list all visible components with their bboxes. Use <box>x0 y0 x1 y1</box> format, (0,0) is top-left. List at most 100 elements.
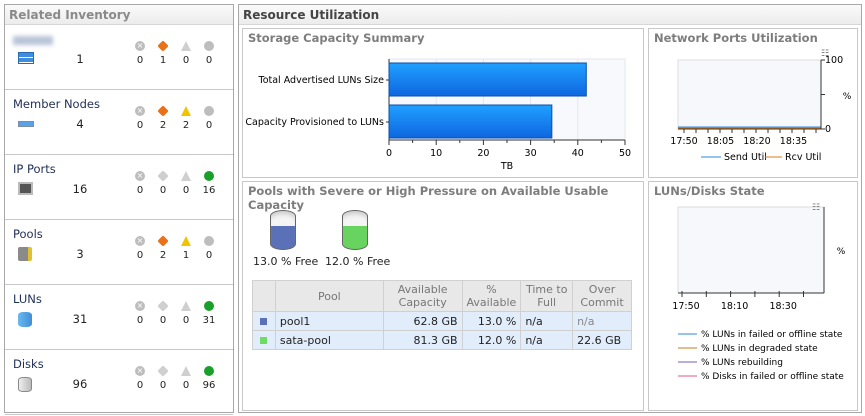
y-tick-label: 100 <box>825 55 843 66</box>
inventory-item-disks[interactable]: Disks 96 × 0 0 0 96 <box>5 351 233 415</box>
bar-2 <box>388 104 553 139</box>
major-icon <box>157 170 169 182</box>
normal-count[interactable]: 0 <box>206 250 212 261</box>
gauge-label: 12.0 % Free <box>325 255 391 268</box>
x-tick-label: 17:50 <box>672 301 699 312</box>
normal-icon <box>204 301 214 311</box>
item-count[interactable]: 4 <box>65 117 95 131</box>
x-tick-label: 18:05 <box>707 136 734 147</box>
critical-count[interactable]: 0 <box>137 380 143 391</box>
inventory-item-luns[interactable]: LUNs 31 × 0 0 0 31 <box>5 286 233 350</box>
plot-area <box>677 206 825 294</box>
item-name-redacted <box>13 36 53 45</box>
column-header[interactable]: Pool <box>274 280 384 312</box>
x-tick-label: 30 <box>525 148 537 159</box>
chart-menu-icon: ☷ <box>812 203 820 213</box>
column-header[interactable] <box>252 280 276 312</box>
legend-label: Rcv Util <box>785 152 821 163</box>
inventory-item-cluster[interactable]: 1 × 0 1 0 0 <box>5 26 233 90</box>
critical-count[interactable]: 0 <box>137 250 143 261</box>
item-name[interactable]: Pools <box>13 227 43 241</box>
warning-icon <box>181 366 191 376</box>
related-inventory-panel: Related Inventory 1 × 0 1 0 0 Member Nodes 4 × 0 2… <box>4 4 234 415</box>
normal-count[interactable]: 0 <box>206 55 212 66</box>
pool-color-swatch <box>260 317 268 325</box>
inventory-item-member-nodes[interactable]: Member Nodes 4 × 0 2 2 0 <box>5 91 233 155</box>
inventory-item-ip-ports[interactable]: IP Ports 16 × 0 0 0 16 <box>5 156 233 220</box>
y-axis-label: % <box>843 92 852 102</box>
warning-icon <box>181 41 191 51</box>
warning-count[interactable]: 0 <box>183 380 189 391</box>
pools-table: Pool Available Capacity% Available Time to… <box>252 280 632 350</box>
legend-label: Send Util <box>724 152 767 163</box>
major-count[interactable]: 2 <box>160 120 166 131</box>
pool-gauge: 13.0 % Free <box>253 210 318 268</box>
warning-count[interactable]: 1 <box>183 250 189 261</box>
item-count[interactable]: 1 <box>65 52 95 66</box>
cylinder-icon <box>342 210 368 250</box>
plot-area <box>677 59 822 130</box>
major-icon <box>157 235 169 247</box>
x-tick-label: 18:10 <box>721 301 748 312</box>
item-count[interactable]: 96 <box>65 377 95 391</box>
luns-disks-state: LUNs/Disks State ☷% 17:50 18:10 18:30% LUNs… <box>648 181 858 411</box>
critical-count[interactable]: 0 <box>137 55 143 66</box>
pools-pressure-section: Pools with Severe or High Pressure on Av… <box>242 181 644 411</box>
column-header[interactable]: Available Capacity <box>382 280 463 312</box>
warning-count[interactable]: 2 <box>183 120 189 131</box>
item-count[interactable]: 31 <box>65 312 95 326</box>
normal-count[interactable]: 96 <box>203 380 216 391</box>
x-tick-label: 18:20 <box>743 136 770 147</box>
network-ports-utilization: Network Ports Utilization ☷ 100 0% 17:50 18:… <box>648 28 858 178</box>
major-count[interactable]: 0 <box>160 315 166 326</box>
x-axis-label: TB <box>500 161 513 172</box>
time-to-full: n/a <box>520 330 574 350</box>
warning-icon <box>181 236 191 246</box>
column-header[interactable]: Over Commit <box>572 280 632 312</box>
luns-line-chart: ☷% 17:50 18:10 18:30 % LUNs in failed or off… <box>672 203 845 382</box>
item-count[interactable]: 16 <box>65 182 95 196</box>
column-header[interactable]: Time to Full <box>520 280 574 312</box>
item-name[interactable]: IP Ports <box>13 162 56 176</box>
critical-count[interactable]: 0 <box>137 185 143 196</box>
critical-icon: × <box>135 301 145 311</box>
port-icon <box>18 182 34 196</box>
major-count[interactable]: 1 <box>160 55 166 66</box>
normal-count[interactable]: 16 <box>203 185 216 196</box>
item-name[interactable]: Disks <box>13 357 44 371</box>
critical-icon: × <box>135 171 145 181</box>
warning-count[interactable]: 0 <box>183 315 189 326</box>
gauge-label: 13.0 % Free <box>253 255 319 268</box>
x-tick-label: 50 <box>619 148 631 159</box>
warning-count[interactable]: 0 <box>183 185 189 196</box>
over-commit: n/a <box>572 311 632 331</box>
column-header[interactable]: % Available <box>461 280 522 312</box>
major-icon <box>157 365 169 377</box>
warning-icon <box>181 171 191 181</box>
critical-icon: × <box>135 41 145 51</box>
critical-count[interactable]: 0 <box>137 315 143 326</box>
table-row[interactable]: pool1 62.8 GB 13.0 % n/a n/a <box>252 311 632 331</box>
major-count[interactable]: 0 <box>160 185 166 196</box>
critical-count[interactable]: 0 <box>137 120 143 131</box>
major-count[interactable]: 2 <box>160 250 166 261</box>
legend-label: % Disks in failed or offline state <box>701 372 844 382</box>
inventory-item-pools[interactable]: Pools 3 × 0 2 1 0 <box>5 221 233 285</box>
y-category-label: Total Advertised LUNs Size <box>258 75 385 86</box>
normal-count[interactable]: 31 <box>203 315 216 326</box>
normal-icon <box>204 41 214 51</box>
pool-name: sata-pool <box>274 330 384 350</box>
over-commit: 22.6 GB <box>572 330 632 350</box>
panel-title: Resource Utilization <box>239 5 861 25</box>
item-name[interactable]: LUNs <box>13 292 42 306</box>
time-to-full: n/a <box>520 311 574 331</box>
resource-utilization-panel: Resource Utilization Storage Capacity Su… <box>238 4 862 413</box>
warning-count[interactable]: 0 <box>183 55 189 66</box>
item-name[interactable]: Member Nodes <box>13 97 100 111</box>
item-count[interactable]: 3 <box>65 247 95 261</box>
major-count[interactable]: 0 <box>160 380 166 391</box>
legend-label: % LUNs in degraded state <box>701 344 818 354</box>
table-row[interactable]: sata-pool 81.3 GB 12.0 % n/a 22.6 GB <box>252 330 632 350</box>
available-capacity: 62.8 GB <box>382 311 463 331</box>
normal-count[interactable]: 0 <box>206 120 212 131</box>
